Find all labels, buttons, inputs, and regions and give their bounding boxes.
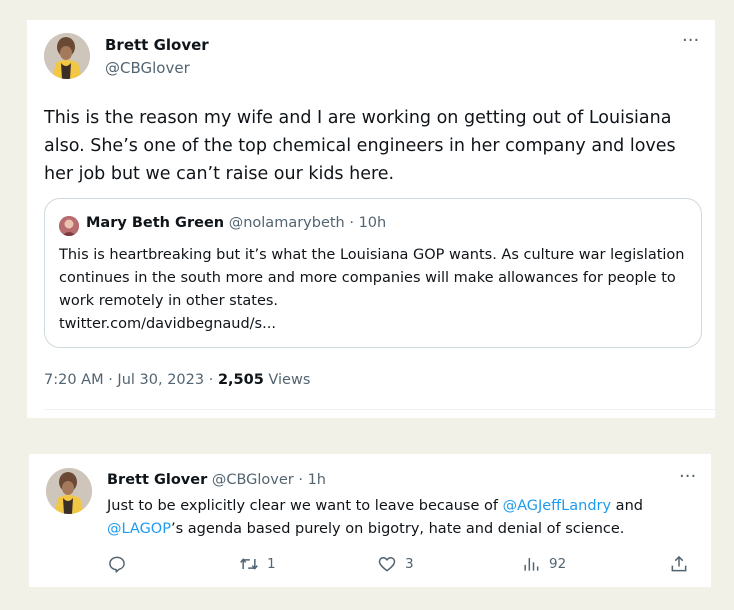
- author-name[interactable]: Brett Glover: [105, 36, 209, 54]
- timestamp[interactable]: 7:20 AM · Jul 30, 2023 ·: [44, 372, 218, 388]
- share-button[interactable]: [669, 554, 689, 574]
- reply-header: Brett Glover @CBGlover · 1h: [107, 472, 326, 488]
- quoted-avatar: [59, 216, 79, 236]
- avatar-image: [46, 468, 92, 514]
- divider: [44, 409, 715, 410]
- mention-link[interactable]: @AGJeffLandry: [503, 498, 612, 514]
- avatar[interactable]: [46, 468, 92, 514]
- quoted-header: Mary Beth Green @nolamarybeth · 10h: [86, 215, 386, 231]
- heart-icon: [378, 557, 396, 572]
- retweet-icon: [240, 558, 258, 570]
- author-handle[interactable]: @CBGlover: [212, 472, 294, 488]
- views-icon: [524, 558, 539, 571]
- author-name[interactable]: Brett Glover: [107, 472, 207, 488]
- views-count: 2,505: [217, 372, 264, 388]
- quoted-body: This is heartbreaking but it’s what the …: [59, 247, 685, 309]
- quoted-tweet[interactable]: Mary Beth Green @nolamarybeth · 10h This…: [44, 198, 702, 348]
- reply-card: Brett Glover @CBGlover · 1h ··· Just to …: [29, 454, 711, 587]
- quoted-link: twitter.com/davidbegnaud/s...: [59, 316, 276, 332]
- quoted-text: This is heartbreaking but it’s what the …: [59, 244, 689, 336]
- more-options-icon[interactable]: ···: [682, 32, 699, 50]
- share-icon: [671, 555, 687, 572]
- quoted-author-handle: @nolamarybeth: [228, 215, 345, 231]
- reply-text-part: and: [611, 498, 643, 514]
- avatar[interactable]: [44, 33, 90, 79]
- quoted-time: · 10h: [349, 215, 387, 231]
- retweet-count: 1: [267, 556, 276, 572]
- reply-text: Just to be explicitly clear we want to l…: [107, 495, 697, 541]
- tweet-card: Brett Glover @CBGlover ··· This is the r…: [27, 20, 715, 418]
- reply-button[interactable]: [107, 554, 127, 574]
- quoted-author-name: Mary Beth Green: [86, 215, 225, 231]
- like-button[interactable]: 3: [377, 554, 414, 574]
- more-options-icon[interactable]: ···: [679, 468, 696, 486]
- views-label: Views: [263, 372, 311, 388]
- avatar-image: [44, 33, 90, 79]
- mention-link[interactable]: @LAGOP: [107, 521, 171, 537]
- reply-text-part: Just to be explicitly clear we want to l…: [107, 498, 503, 514]
- author-handle[interactable]: @CBGlover: [105, 59, 190, 77]
- views-count: 92: [549, 556, 567, 572]
- views-button[interactable]: 92: [521, 554, 566, 574]
- tweet-meta: 7:20 AM · Jul 30, 2023 · 2,505 Views: [44, 372, 310, 388]
- reply-text-part: ’s agenda based purely on bigotry, hate …: [170, 521, 625, 537]
- reply-time[interactable]: · 1h: [298, 472, 326, 488]
- tweet-text: This is the reason my wife and I are wor…: [44, 108, 676, 184]
- retweet-button[interactable]: 1: [239, 554, 276, 574]
- reply-icon: [109, 556, 125, 573]
- quoted-avatar-image: [59, 216, 79, 236]
- like-count: 3: [405, 556, 414, 572]
